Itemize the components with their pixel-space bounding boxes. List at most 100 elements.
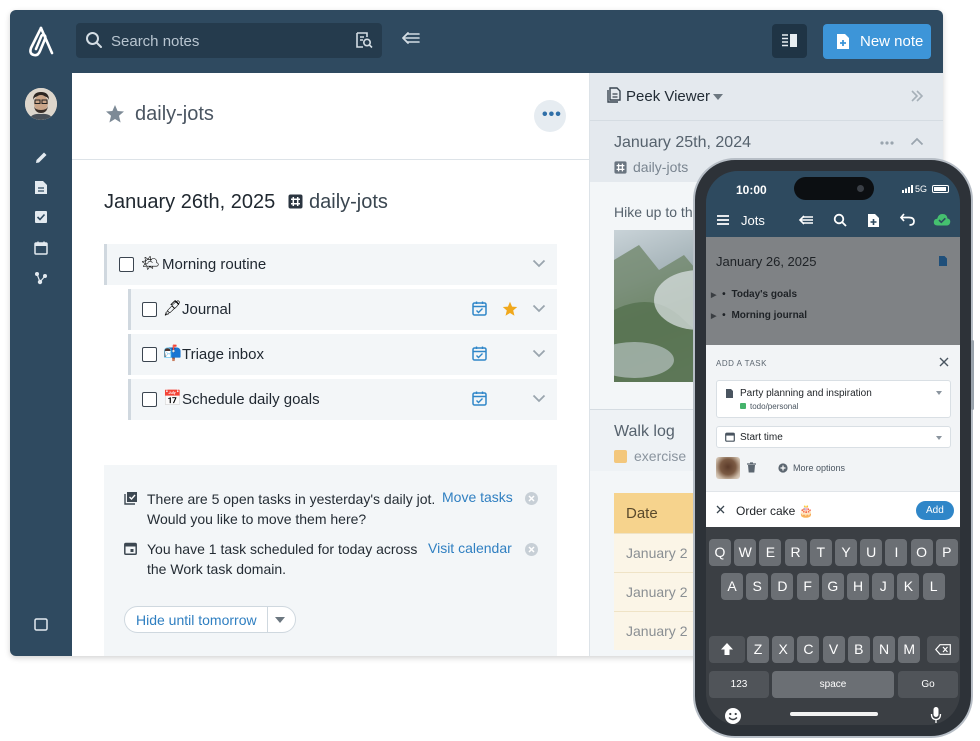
hamburger-menu-icon[interactable] xyxy=(716,213,730,227)
panel-icon[interactable] xyxy=(34,618,48,631)
scheduled-calendar-icon[interactable] xyxy=(472,391,487,406)
notes-icon[interactable] xyxy=(34,180,48,195)
key-z[interactable]: Z xyxy=(747,636,769,663)
caret-down-icon[interactable] xyxy=(275,617,285,623)
space-key[interactable]: space xyxy=(772,671,894,698)
key-r[interactable]: R xyxy=(784,539,807,566)
pencil-icon[interactable] xyxy=(34,151,48,165)
start-time-field[interactable]: Start time xyxy=(716,426,951,448)
task-label: Schedule daily goals xyxy=(182,391,320,408)
hide-until-tomorrow-button[interactable]: Hide until tomorrow xyxy=(124,606,296,633)
note-selector-label: Party planning and inspiration xyxy=(740,388,872,399)
task-item[interactable]: 📅 Schedule daily goals xyxy=(128,379,557,420)
key-h[interactable]: H xyxy=(847,573,869,600)
key-v[interactable]: V xyxy=(822,636,845,663)
backspace-key[interactable] xyxy=(927,636,959,663)
more-icon[interactable] xyxy=(880,141,894,145)
key-a[interactable]: A xyxy=(721,573,743,600)
phone-note-item[interactable]: ▶ • Today's goals xyxy=(711,289,797,300)
undo-icon[interactable] xyxy=(900,213,915,226)
note-options-button[interactable]: ••• xyxy=(534,100,566,132)
backspace-icon xyxy=(935,644,951,655)
graph-icon[interactable] xyxy=(34,271,48,285)
favorite-star-icon[interactable] xyxy=(502,301,518,317)
table-cell: January 2 xyxy=(626,623,688,639)
star-icon[interactable] xyxy=(105,104,125,124)
key-j[interactable]: J xyxy=(872,573,895,600)
document-icon[interactable] xyxy=(938,255,948,267)
key-x[interactable]: X xyxy=(772,636,795,663)
emoji-icon[interactable] xyxy=(724,707,742,725)
new-note-button[interactable]: New note xyxy=(823,24,931,59)
key-o[interactable]: O xyxy=(910,539,933,566)
task-item[interactable]: 📬 Triage inbox xyxy=(128,334,557,375)
expand-arrow-icon[interactable]: ▶ xyxy=(711,292,716,299)
expand-arrow-icon[interactable]: ▶ xyxy=(711,313,716,320)
key-m[interactable]: M xyxy=(898,636,921,663)
search-filter-icon[interactable] xyxy=(355,31,373,49)
add-task-button[interactable]: Add xyxy=(916,501,954,520)
key-i[interactable]: I xyxy=(885,539,908,566)
visit-calendar-link[interactable]: Visit calendar xyxy=(428,540,512,556)
key-l[interactable]: L xyxy=(922,573,945,600)
calendar-icon[interactable] xyxy=(34,241,48,255)
collapse-icon[interactable] xyxy=(798,213,814,227)
key-t[interactable]: T xyxy=(809,539,832,566)
key-k[interactable]: K xyxy=(897,573,920,600)
key-n[interactable]: N xyxy=(873,636,895,663)
view-toggle-button[interactable] xyxy=(772,24,807,58)
key-d[interactable]: D xyxy=(771,573,794,600)
notice-text: You have 1 task scheduled for today acro… xyxy=(147,541,418,577)
tasks-icon[interactable] xyxy=(34,210,48,224)
split-view-icon xyxy=(782,34,797,47)
chevron-up-icon[interactable] xyxy=(910,137,924,146)
task-item[interactable]: 🌤 Morning routine xyxy=(104,244,557,285)
key-s[interactable]: S xyxy=(746,573,769,600)
caret-down-icon xyxy=(936,436,942,440)
chevron-down-icon[interactable] xyxy=(532,304,546,313)
scheduled-calendar-icon[interactable] xyxy=(472,301,487,316)
task-checkbox[interactable] xyxy=(142,302,157,317)
numbers-key[interactable]: 123 xyxy=(709,671,769,698)
task-checkbox[interactable] xyxy=(119,257,134,272)
avatar[interactable] xyxy=(25,88,57,120)
close-icon[interactable] xyxy=(525,492,538,505)
task-item[interactable]: 🖋 Journal xyxy=(128,289,557,330)
search-input[interactable]: Search notes xyxy=(111,33,199,50)
move-tasks-link[interactable]: Move tasks xyxy=(442,489,513,505)
task-checkbox[interactable] xyxy=(142,347,157,362)
close-icon[interactable] xyxy=(525,543,538,556)
peek-viewer-title[interactable]: Peek Viewer xyxy=(626,88,710,105)
clear-icon[interactable] xyxy=(716,505,725,514)
chevron-down-icon[interactable] xyxy=(532,394,546,403)
task-checkbox[interactable] xyxy=(142,392,157,407)
key-f[interactable]: F xyxy=(796,573,819,600)
chevron-down-icon[interactable] xyxy=(532,349,546,358)
app-logo-icon[interactable] xyxy=(26,26,56,58)
key-q[interactable]: Q xyxy=(709,539,731,566)
task-input[interactable]: Order cake 🎂 xyxy=(736,504,814,518)
new-note-icon[interactable] xyxy=(867,213,880,228)
key-c[interactable]: C xyxy=(797,636,820,663)
close-icon[interactable] xyxy=(939,357,949,367)
key-e[interactable]: E xyxy=(759,539,782,566)
key-b[interactable]: B xyxy=(847,636,870,663)
shift-key[interactable] xyxy=(709,636,745,663)
go-key[interactable]: Go xyxy=(898,671,958,698)
trash-icon[interactable] xyxy=(747,462,756,473)
key-y[interactable]: Y xyxy=(835,539,857,566)
key-w[interactable]: W xyxy=(734,539,757,566)
phone-note-item[interactable]: ▶ • Morning journal xyxy=(711,310,807,321)
key-g[interactable]: G xyxy=(821,573,844,600)
search-icon[interactable] xyxy=(833,213,847,227)
caret-down-icon[interactable] xyxy=(713,94,723,100)
note-selector-field[interactable]: Party planning and inspiration todo/pers… xyxy=(716,380,951,418)
collapse-sidebar-icon[interactable] xyxy=(401,30,421,46)
double-chevron-right-icon[interactable] xyxy=(910,90,924,102)
microphone-icon[interactable] xyxy=(930,706,942,724)
scheduled-calendar-icon[interactable] xyxy=(472,346,487,361)
key-u[interactable]: U xyxy=(860,539,883,566)
key-p[interactable]: P xyxy=(935,539,958,566)
search-bar[interactable]: Search notes xyxy=(76,23,382,58)
chevron-down-icon[interactable] xyxy=(532,259,546,268)
